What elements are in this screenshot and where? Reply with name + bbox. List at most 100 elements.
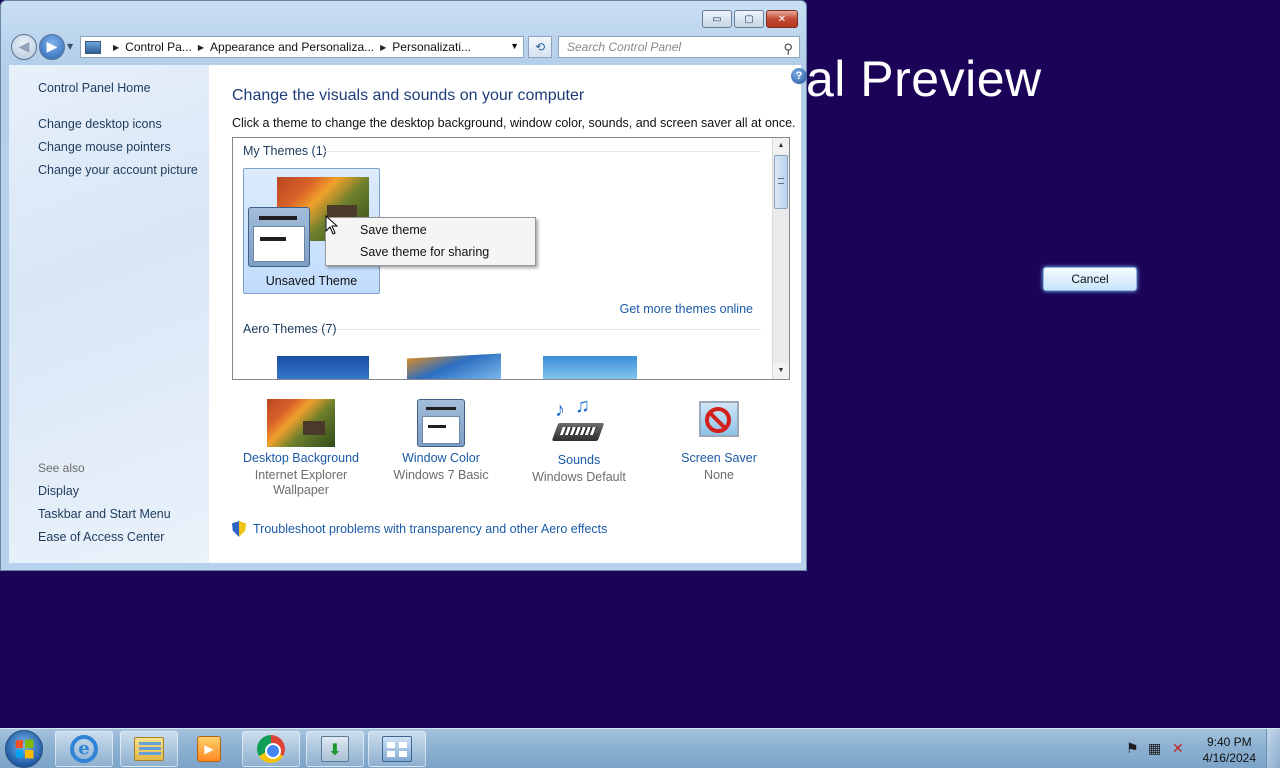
search-icon[interactable]: ⚲: [783, 39, 793, 59]
menu-item-save-theme-for-sharing[interactable]: Save theme for sharing: [360, 245, 489, 259]
minimize-button[interactable]: ▭: [702, 10, 732, 28]
folder-icon: [134, 737, 164, 761]
breadcrumb-separator-icon[interactable]: ▶: [113, 43, 119, 52]
address-bar[interactable]: ▶ Control Pa... ▶ Appearance and Persona…: [80, 36, 524, 58]
change-account-picture-link[interactable]: Change your account picture: [38, 163, 198, 177]
aero-themes-label: Aero Themes (7): [243, 322, 337, 336]
sounds-link[interactable]: Sounds: [509, 453, 649, 467]
search-placeholder: Search Control Panel: [567, 40, 682, 54]
clock[interactable]: 9:40 PM 4/16/2024: [1203, 734, 1256, 766]
screen-saver-link[interactable]: Screen Saver: [649, 451, 789, 465]
ease-of-access-link[interactable]: Ease of Access Center: [38, 530, 164, 544]
start-button[interactable]: [5, 730, 43, 768]
volume-muted-icon[interactable]: ✕: [1172, 741, 1184, 757]
content-area: Control Panel Home Change desktop icons …: [9, 65, 807, 563]
forward-button[interactable]: ▶: [39, 34, 65, 60]
taskbar-explorer[interactable]: [120, 731, 178, 767]
page-subtitle: Click a theme to change the desktop back…: [232, 116, 796, 130]
taskbar-start-menu-link[interactable]: Taskbar and Start Menu: [38, 507, 171, 521]
taskbar-media-player[interactable]: ▶: [180, 731, 238, 767]
scroll-up-icon[interactable]: ▲: [773, 138, 789, 154]
breadcrumb-separator-icon[interactable]: ▶: [198, 43, 204, 52]
sounds-icon: ♪ ♫: [551, 395, 605, 449]
troubleshoot-label[interactable]: Troubleshoot problems with transparency …: [253, 522, 607, 536]
search-input[interactable]: Search Control Panel ⚲: [558, 36, 800, 58]
window-color-value: Windows 7 Basic: [393, 468, 489, 482]
back-button[interactable]: ◀: [11, 34, 37, 60]
sounds-item[interactable]: ♪ ♫ Sounds Windows Default: [509, 395, 649, 485]
breadcrumb-separator-icon[interactable]: ▶: [380, 43, 386, 52]
left-pane: Control Panel Home Change desktop icons …: [9, 65, 209, 563]
music-note-icon: ♫: [575, 395, 590, 417]
window-color-link[interactable]: Window Color: [371, 451, 511, 465]
desktop-background-icon: [267, 399, 335, 447]
preview-title: al Preview: [806, 51, 1042, 107]
taskbar: e ▶ ⬇ ⚑ ▦ ✕ 9:40 PM 4/16/2024: [0, 728, 1280, 768]
forward-arrow-icon: ▶: [46, 39, 58, 55]
taskbar-control-panel[interactable]: [368, 731, 426, 767]
aero-theme-thumbnail[interactable]: [277, 356, 369, 379]
back-arrow-icon: ◀: [18, 39, 30, 55]
menu-item-save-theme[interactable]: Save theme: [360, 223, 427, 237]
refresh-icon: ⟲: [534, 40, 546, 54]
change-desktop-icons-link[interactable]: Change desktop icons: [38, 117, 162, 131]
close-button[interactable]: ✕: [766, 10, 798, 28]
breadcrumb-personalization[interactable]: Personalizati...: [392, 40, 471, 54]
control-panel-home-link[interactable]: Control Panel Home: [38, 81, 151, 95]
address-dropdown-icon[interactable]: ▼: [510, 41, 519, 51]
minimize-icon: ▭: [712, 13, 722, 25]
breadcrumb-control-panel[interactable]: Control Pa...: [125, 40, 192, 54]
window-color-item[interactable]: Window Color Windows 7 Basic: [371, 399, 511, 483]
chrome-icon: [257, 735, 285, 763]
window-color-icon: [417, 399, 465, 447]
clock-time: 9:40 PM: [1206, 735, 1252, 749]
personalization-window: ▭ ▢ ✕ ◀ ▶ ▼ ▶ Control Pa... ▶ Appearance…: [0, 0, 807, 571]
change-mouse-pointers-link[interactable]: Change mouse pointers: [38, 140, 171, 154]
unsaved-theme-label: Unsaved Theme: [265, 274, 358, 288]
troubleshoot-link[interactable]: Troubleshoot problems with transparency …: [232, 521, 607, 537]
window-controls: ▭ ▢ ✕: [702, 10, 798, 28]
media-player-icon: ▶: [197, 736, 221, 762]
aero-theme-thumbnail[interactable]: [543, 356, 637, 379]
themes-scrollbar[interactable]: ▲ ▼: [772, 138, 789, 379]
download-icon: ⬇: [321, 736, 349, 762]
main-pane: ? Change the visuals and sounds on your …: [209, 65, 807, 563]
group-divider: [325, 151, 761, 152]
desktop-background-item[interactable]: Desktop Background Internet Explorer Wal…: [231, 399, 371, 498]
cancel-button[interactable]: Cancel: [1043, 267, 1137, 291]
mouse-cursor-icon: [325, 215, 339, 235]
taskbar-internet-explorer[interactable]: e: [55, 731, 113, 767]
taskbar-download-app[interactable]: ⬇: [306, 731, 364, 767]
control-panel-icon: [382, 736, 412, 762]
aero-theme-thumbnail[interactable]: [407, 353, 501, 379]
maximize-icon: ▢: [744, 13, 754, 25]
screen-saver-value: None: [704, 468, 734, 482]
desktop-background-link[interactable]: Desktop Background: [231, 451, 371, 465]
recent-pages-dropdown-icon[interactable]: ▼: [67, 42, 73, 51]
navigation-bar: ◀ ▶ ▼ ▶ Control Pa... ▶ Appearance and P…: [9, 34, 801, 60]
scroll-thumb[interactable]: [774, 155, 788, 209]
refresh-button[interactable]: ⟲: [528, 36, 552, 58]
maximize-button[interactable]: ▢: [734, 10, 764, 28]
get-more-themes-link[interactable]: Get more themes online: [620, 302, 753, 316]
theme-window-color-icon: [248, 207, 310, 267]
taskbar-chrome[interactable]: [242, 731, 300, 767]
breadcrumb-appearance[interactable]: Appearance and Personaliza...: [210, 40, 374, 54]
context-menu: Save theme Save theme for sharing: [325, 217, 536, 266]
sounds-value: Windows Default: [532, 470, 626, 484]
music-note-icon: ♪: [555, 399, 565, 421]
network-icon[interactable]: ▦: [1148, 741, 1161, 757]
windows-logo-icon: [15, 739, 34, 759]
shield-icon: [232, 521, 246, 537]
page-title: Change the visuals and sounds on your co…: [232, 87, 585, 104]
help-icon[interactable]: ?: [791, 68, 807, 84]
screen-saver-item[interactable]: Screen Saver None: [649, 399, 789, 483]
scroll-down-icon[interactable]: ▼: [773, 363, 789, 379]
action-center-flag-icon[interactable]: ⚑: [1126, 741, 1139, 757]
internet-explorer-icon: e: [70, 735, 98, 763]
system-tray: ⚑ ▦ ✕ 9:40 PM 4/16/2024: [1114, 729, 1280, 768]
display-link[interactable]: Display: [38, 484, 79, 498]
see-also-label: See also: [38, 461, 85, 475]
clock-date: 4/16/2024: [1202, 751, 1256, 765]
show-desktop-button[interactable]: [1266, 729, 1280, 768]
